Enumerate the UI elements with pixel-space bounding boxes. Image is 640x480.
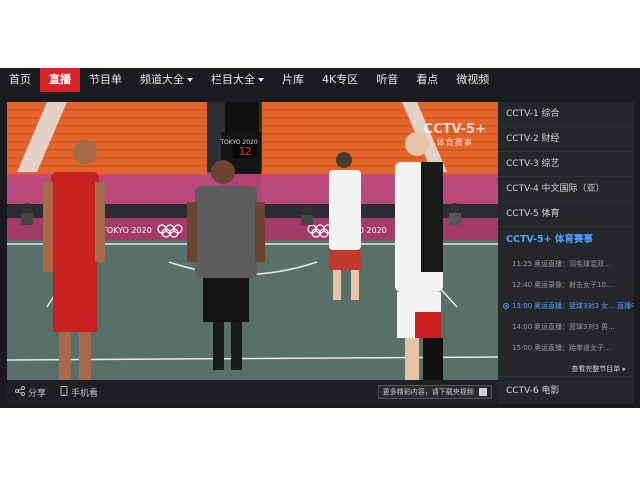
- nav-item-audio[interactable]: 听音: [367, 68, 407, 92]
- mobile-watch-label: 手机看: [71, 388, 99, 399]
- nav-item-programs[interactable]: 栏目大全: [202, 68, 273, 92]
- nav-item-home[interactable]: 首页: [0, 68, 40, 92]
- channel-item-cctv5[interactable]: CCTV-5 体育: [498, 202, 634, 227]
- channel-item-cctv6[interactable]: CCTV-6 电影: [498, 376, 634, 404]
- nav-item-schedule[interactable]: 节目单: [80, 68, 131, 92]
- nav-item-live[interactable]: 直播: [40, 68, 80, 92]
- nav-item-library[interactable]: 片库: [273, 68, 313, 92]
- player-control-bar: 分享 手机看 更多精彩内容，请下载央视频: [7, 380, 498, 404]
- share-icon: [15, 385, 25, 399]
- channel-item-cctv1[interactable]: CCTV-1 综合: [498, 102, 634, 127]
- channel-watermark: CCTV-5+ 体育赛事: [423, 122, 486, 147]
- schedule-list: 11:25 奥运直播：羽毛球混双... 12:40 奥运录像：射击女子10... 1…: [498, 252, 634, 361]
- share-label: 分享: [28, 388, 47, 399]
- shot-clock: 12: [238, 145, 251, 158]
- nav-item-micro-video[interactable]: 微视频: [447, 68, 498, 92]
- tokyo-label: TOKYO 2020: [219, 139, 258, 146]
- schedule-item[interactable]: 11:25 奥运直播：羽毛球混双...: [498, 254, 634, 275]
- video-player[interactable]: 12 TOKYO 2020 TOKYO 2020 TOKYO 2020 CCTV…: [7, 102, 498, 380]
- full-schedule-link[interactable]: 查看完整节目单 ▸: [498, 361, 634, 377]
- channel-item-cctv2[interactable]: CCTV-2 财经: [498, 127, 634, 152]
- channel-sidebar: CCTV-1 综合 CCTV-2 财经 CCTV-3 综艺 CCTV-4 中文国…: [498, 102, 634, 404]
- download-app-promo[interactable]: 更多精彩内容，请下载央视频: [377, 385, 492, 399]
- schedule-item[interactable]: 12:40 奥运录像：射击女子10...: [498, 275, 634, 296]
- share-button[interactable]: 分享: [15, 385, 47, 399]
- banner-text-left: TOKYO 2020: [101, 226, 152, 235]
- channel-item-cctv3[interactable]: CCTV-3 综艺: [498, 152, 634, 177]
- schedule-item[interactable]: 14:00 奥运直播：篮球3对3 男...: [498, 317, 634, 338]
- live-indicator-icon: [503, 303, 509, 309]
- chevron-down-icon: [258, 78, 264, 82]
- schedule-item-live[interactable]: 13:00 奥运直播：篮球3对3 女... 直播中: [498, 296, 634, 317]
- phone-icon: [60, 385, 68, 399]
- main-nav: 首页 直播 节目单 频道大全 栏目大全 片库 4K专区 听音 看点 微视频: [0, 68, 640, 92]
- mobile-watch-button[interactable]: 手机看: [60, 385, 99, 399]
- channel-item-cctv4[interactable]: CCTV-4 中文国际（亚）: [498, 177, 634, 202]
- qr-code-icon: [479, 388, 487, 396]
- channel-item-cctv5plus[interactable]: CCTV-5+ 体育赛事: [498, 227, 634, 252]
- nav-item-highlights[interactable]: 看点: [407, 68, 447, 92]
- nav-item-4k[interactable]: 4K专区: [313, 68, 367, 92]
- player-frame: 12 TOKYO 2020 TOKYO 2020 TOKYO 2020 CCTV…: [0, 92, 640, 408]
- nav-item-channels[interactable]: 频道大全: [131, 68, 202, 92]
- schedule-item[interactable]: 15:00 奥运直播：跆拳道女子...: [498, 338, 634, 359]
- page-top-blank: [0, 0, 640, 68]
- chevron-down-icon: [187, 78, 193, 82]
